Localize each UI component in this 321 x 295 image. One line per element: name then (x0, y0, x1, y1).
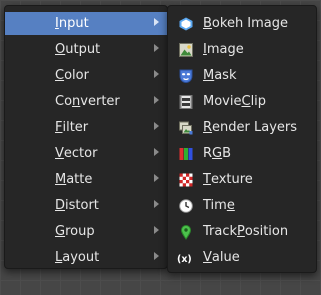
submenu-item-bokeh-image[interactable]: Bokeh Image (168, 12, 316, 35)
submenu-item-value[interactable]: (x) Value (168, 246, 316, 269)
submenu-arrow-icon (154, 18, 159, 26)
submenu-arrow-icon (154, 44, 159, 52)
menu-item-filter[interactable]: Filter (5, 116, 167, 139)
input-submenu: Bokeh Image Image Mask Movie Clip Render… (167, 5, 317, 273)
bokeh-image-icon (177, 15, 194, 32)
menu-item-group[interactable]: Group (5, 220, 167, 243)
menu-item-matte[interactable]: Matte (5, 168, 167, 191)
texture-icon (177, 171, 194, 188)
submenu-arrow-icon (154, 226, 159, 234)
menu-item-layout[interactable]: Layout (5, 246, 167, 269)
image-icon (177, 41, 194, 58)
submenu-arrow-icon (154, 122, 159, 130)
submenu-arrow-icon (154, 174, 159, 182)
movie-clip-icon (177, 93, 194, 110)
add-node-category-menu: Input Output Color Co n verter Filter Vect… (4, 5, 168, 269)
track-position-icon (177, 223, 194, 240)
menu-item-distort[interactable]: Distort (5, 194, 167, 217)
menu-item-color[interactable]: Color (5, 64, 167, 87)
mask-icon (177, 67, 194, 84)
submenu-item-movie-clip[interactable]: Movie Clip (168, 90, 316, 113)
value-icon: (x) (177, 249, 194, 266)
rgb-icon (177, 145, 194, 162)
submenu-item-image[interactable]: Image (168, 38, 316, 61)
submenu-arrow-icon (154, 148, 159, 156)
submenu-item-track-position[interactable]: Track Position (168, 220, 316, 243)
submenu-arrow-icon (154, 96, 159, 104)
render-layers-icon (177, 119, 194, 136)
menu-item-vector[interactable]: Vector (5, 142, 167, 165)
submenu-item-render-layers[interactable]: Render Layers (168, 116, 316, 139)
time-icon (177, 197, 194, 214)
submenu-item-time[interactable]: Tim e (168, 194, 316, 217)
submenu-arrow-icon (154, 252, 159, 260)
submenu-arrow-icon (154, 70, 159, 78)
submenu-item-rgb[interactable]: RGB (168, 142, 316, 165)
menu-item-input[interactable]: Input (5, 12, 167, 35)
menu-item-converter[interactable]: Co n verter (5, 90, 167, 113)
submenu-arrow-icon (154, 200, 159, 208)
svg-text:(x): (x) (177, 253, 192, 264)
submenu-item-mask[interactable]: Mask (168, 64, 316, 87)
submenu-item-texture[interactable]: Texture (168, 168, 316, 191)
menu-item-output[interactable]: Output (5, 38, 167, 61)
